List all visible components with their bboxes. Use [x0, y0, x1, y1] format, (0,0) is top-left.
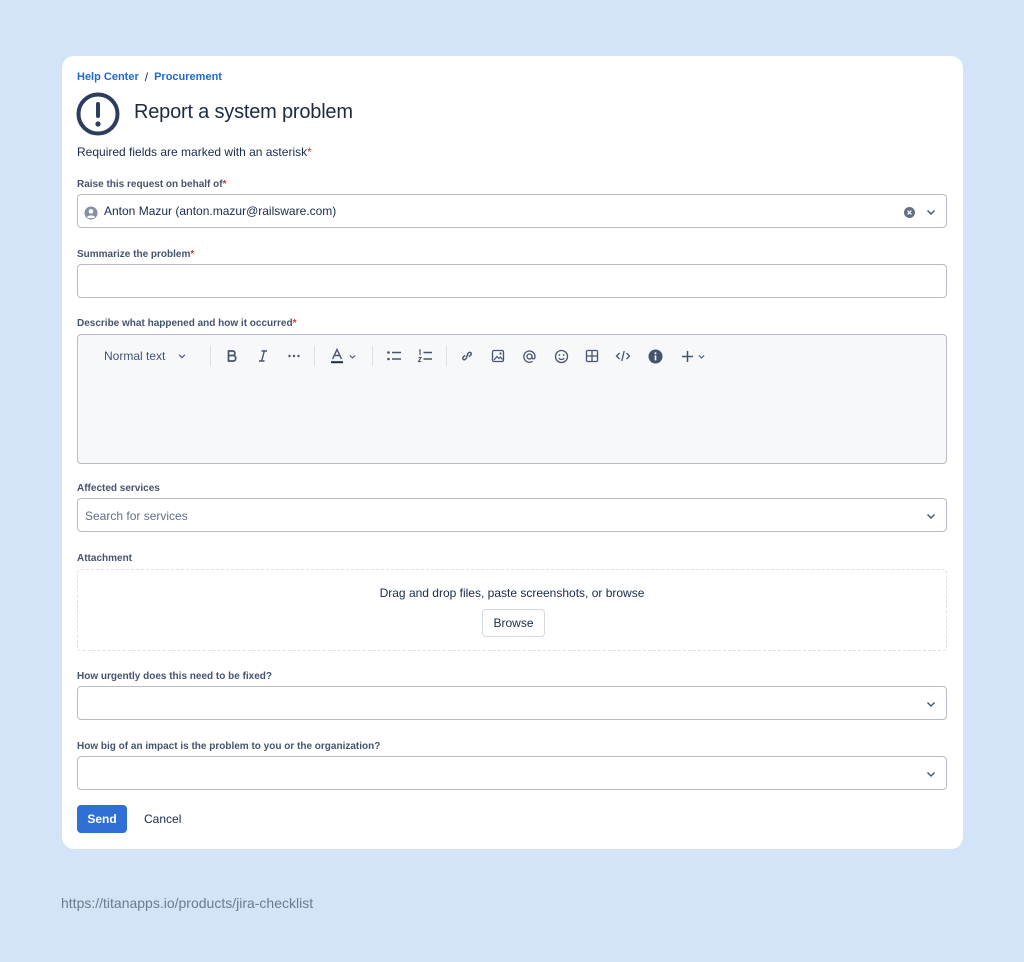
urgency-select[interactable] — [77, 686, 947, 720]
attachment-dropzone[interactable]: Drag and drop files, paste screenshots, … — [77, 569, 947, 651]
services-placeholder: Search for services — [85, 509, 188, 523]
bullet-list-icon — [387, 351, 401, 361]
chevron-down-icon — [179, 354, 186, 359]
chevron-down-icon[interactable] — [925, 698, 937, 710]
summary-input[interactable] — [77, 264, 947, 298]
emoji-button[interactable] — [550, 343, 572, 369]
behalf-label: Raise this request on behalf of* — [77, 179, 227, 190]
link-button[interactable] — [456, 343, 478, 369]
italic-icon — [259, 350, 267, 362]
insert-more-button[interactable] — [676, 343, 710, 369]
table-icon — [585, 349, 599, 363]
exclamation-circle-icon — [76, 92, 120, 136]
mention-icon — [522, 349, 536, 363]
text-style-label: Normal text — [104, 349, 166, 363]
behalf-value: Anton Mazur (anton.mazur@railsware.com) — [104, 204, 337, 218]
urgency-label: How urgently does this need to be fixed? — [77, 671, 273, 682]
breadcrumb-procurement[interactable]: Procurement — [154, 71, 222, 83]
summary-label: Summarize the problem* — [77, 249, 194, 260]
italic-button[interactable] — [252, 343, 274, 369]
plus-icon — [681, 350, 693, 362]
text-color-icon — [331, 348, 343, 364]
breadcrumb-separator: / — [144, 70, 149, 84]
toolbar-divider — [372, 346, 373, 366]
chevron-down-icon — [349, 354, 356, 359]
clear-icon[interactable] — [904, 207, 915, 218]
breadcrumb-help-center[interactable]: Help Center — [77, 71, 139, 83]
required-note-text: Required fields are marked with an aster… — [77, 145, 308, 159]
impact-select[interactable] — [77, 756, 947, 790]
description-label: Describe what happened and how it occurr… — [77, 318, 297, 329]
mention-button[interactable] — [518, 343, 540, 369]
info-icon — [648, 349, 662, 363]
required-asterisk: * — [307, 145, 312, 159]
chevron-down-icon[interactable] — [925, 510, 937, 522]
toolbar-divider — [314, 346, 315, 366]
required-asterisk: * — [292, 318, 297, 329]
info-panel-button[interactable] — [644, 343, 666, 369]
table-button[interactable] — [581, 343, 603, 369]
services-select[interactable]: Search for services — [77, 498, 947, 532]
page-title: Report a system problem — [134, 101, 353, 123]
required-asterisk: * — [190, 249, 195, 260]
cancel-button[interactable]: Cancel — [144, 805, 181, 833]
footer-url: https://titanapps.io/products/jira-check… — [61, 895, 314, 911]
code-button[interactable] — [612, 343, 634, 369]
impact-label: How big of an impact is the problem to y… — [77, 741, 381, 752]
code-icon — [615, 350, 631, 362]
toolbar-divider — [210, 346, 211, 366]
required-asterisk: * — [222, 179, 227, 190]
chevron-down-icon[interactable] — [925, 768, 937, 780]
editor-toolbar: Normal text — [78, 343, 946, 369]
dropzone-text: Drag and drop files, paste screenshots, … — [379, 586, 645, 600]
send-button[interactable]: Send — [77, 805, 127, 833]
image-icon — [491, 349, 505, 363]
text-color-button[interactable] — [326, 343, 360, 369]
image-button[interactable] — [487, 343, 509, 369]
browse-button[interactable]: Browse — [482, 609, 545, 637]
emoji-icon — [554, 349, 568, 363]
chevron-down-icon[interactable] — [925, 206, 937, 218]
bold-button[interactable] — [221, 343, 243, 369]
link-icon — [462, 351, 472, 361]
numbered-list-button[interactable] — [414, 343, 436, 369]
summary-label-text: Summarize the problem — [77, 249, 191, 260]
text-style-dropdown[interactable]: Normal text — [96, 343, 194, 369]
attachment-label: Attachment — [77, 553, 133, 564]
chevron-down-icon — [697, 354, 705, 359]
user-avatar-icon — [84, 206, 98, 220]
behalf-label-text: Raise this request on behalf of — [77, 179, 223, 190]
request-form-card: Help Center / Procurement Report a syste… — [62, 56, 963, 849]
bold-icon — [227, 350, 237, 362]
behalf-select[interactable]: Anton Mazur (anton.mazur@railsware.com) — [77, 194, 947, 228]
breadcrumb: Help Center / Procurement — [77, 70, 222, 84]
description-editor[interactable]: Normal text — [77, 334, 947, 464]
toolbar-divider — [446, 346, 447, 366]
required-note: Required fields are marked with an aster… — [77, 145, 312, 159]
more-formatting-button[interactable] — [283, 343, 305, 369]
numbered-list-icon — [417, 349, 432, 363]
more-icon — [288, 354, 300, 358]
services-label: Affected services — [77, 483, 160, 494]
description-label-text: Describe what happened and how it occurr… — [77, 318, 293, 329]
bullet-list-button[interactable] — [383, 343, 405, 369]
